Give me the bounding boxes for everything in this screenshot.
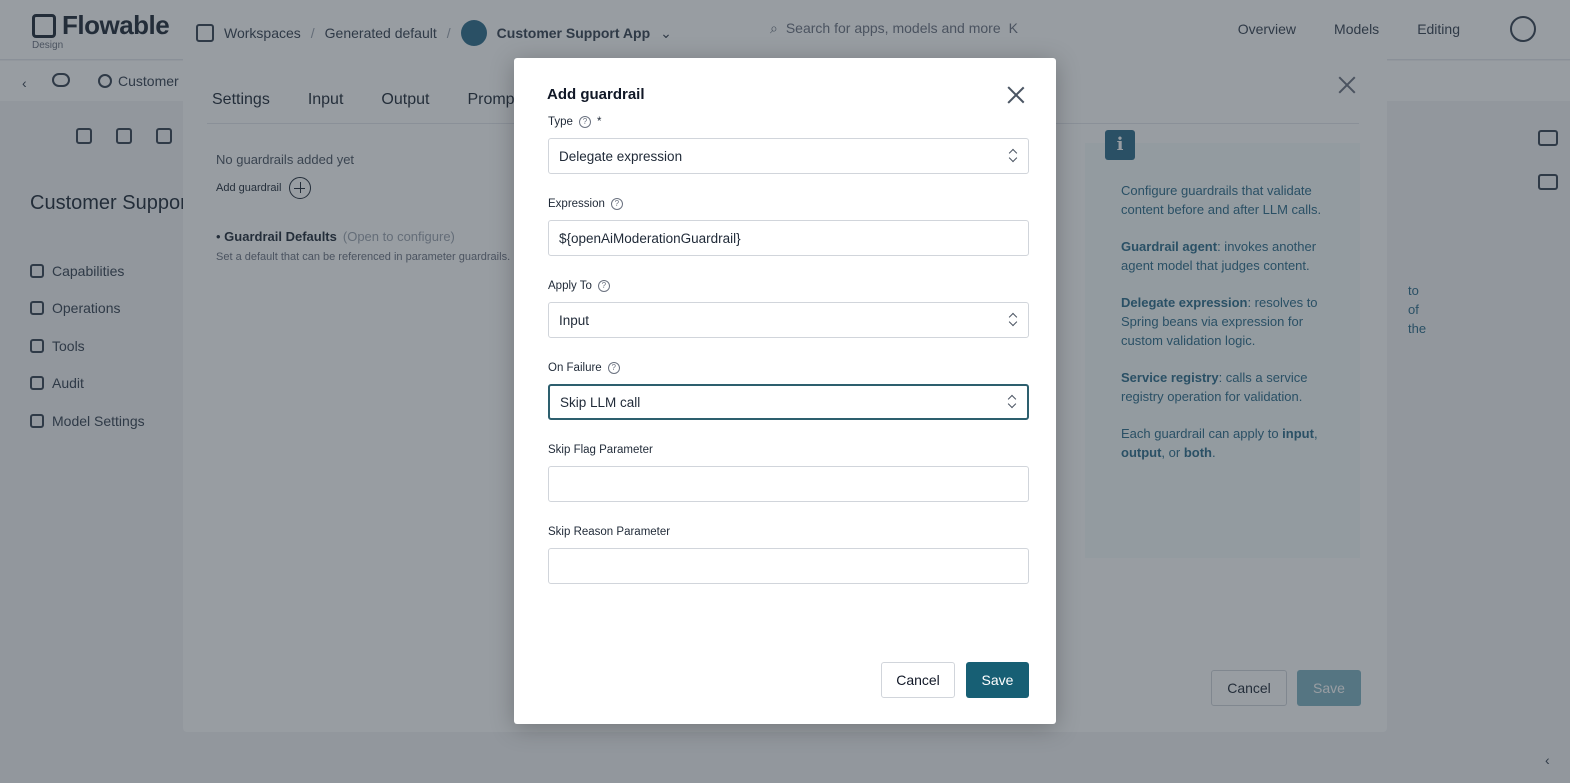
required-marker: * bbox=[596, 116, 602, 128]
dialog-title: Add guardrail bbox=[547, 86, 645, 103]
help-icon[interactable]: ? bbox=[610, 198, 623, 210]
type-select-value: Delegate expression bbox=[559, 148, 683, 164]
select-arrows-icon bbox=[1008, 313, 1018, 327]
help-icon[interactable]: ? bbox=[597, 280, 610, 292]
expression-label: Expression ? bbox=[548, 198, 623, 210]
on-failure-select-value: Skip LLM call bbox=[560, 394, 641, 410]
skip-flag-input[interactable] bbox=[548, 466, 1029, 502]
add-guardrail-dialog: Add guardrail Type ? * Delegate expressi… bbox=[514, 58, 1056, 724]
skip-flag-label: Skip Flag Parameter bbox=[548, 444, 653, 456]
apply-to-label-text: Apply To bbox=[548, 280, 592, 292]
help-icon[interactable]: ? bbox=[578, 116, 591, 128]
select-arrows-icon bbox=[1007, 395, 1017, 409]
apply-to-label: Apply To ? bbox=[548, 280, 610, 292]
skip-flag-label-text: Skip Flag Parameter bbox=[548, 444, 653, 456]
type-select[interactable]: Delegate expression bbox=[548, 138, 1029, 174]
save-button[interactable]: Save bbox=[966, 662, 1029, 698]
select-arrows-icon bbox=[1008, 149, 1018, 163]
type-label-text: Type bbox=[548, 116, 573, 128]
close-icon[interactable] bbox=[1006, 86, 1026, 106]
skip-reason-label: Skip Reason Parameter bbox=[548, 526, 670, 538]
skip-reason-label-text: Skip Reason Parameter bbox=[548, 526, 671, 538]
expression-label-text: Expression bbox=[548, 198, 605, 210]
on-failure-select[interactable]: Skip LLM call bbox=[548, 384, 1029, 420]
on-failure-label: On Failure ? bbox=[548, 362, 620, 374]
skip-reason-input[interactable] bbox=[548, 548, 1029, 584]
apply-to-select[interactable]: Input bbox=[548, 302, 1029, 338]
on-failure-label-text: On Failure bbox=[548, 362, 602, 374]
apply-to-select-value: Input bbox=[559, 312, 590, 328]
help-icon[interactable]: ? bbox=[607, 362, 620, 374]
expression-input-value: ${openAiModerationGuardrail} bbox=[559, 230, 741, 246]
expression-input[interactable]: ${openAiModerationGuardrail} bbox=[548, 220, 1029, 256]
cancel-button[interactable]: Cancel bbox=[881, 662, 955, 698]
type-label: Type ? * bbox=[548, 116, 601, 128]
